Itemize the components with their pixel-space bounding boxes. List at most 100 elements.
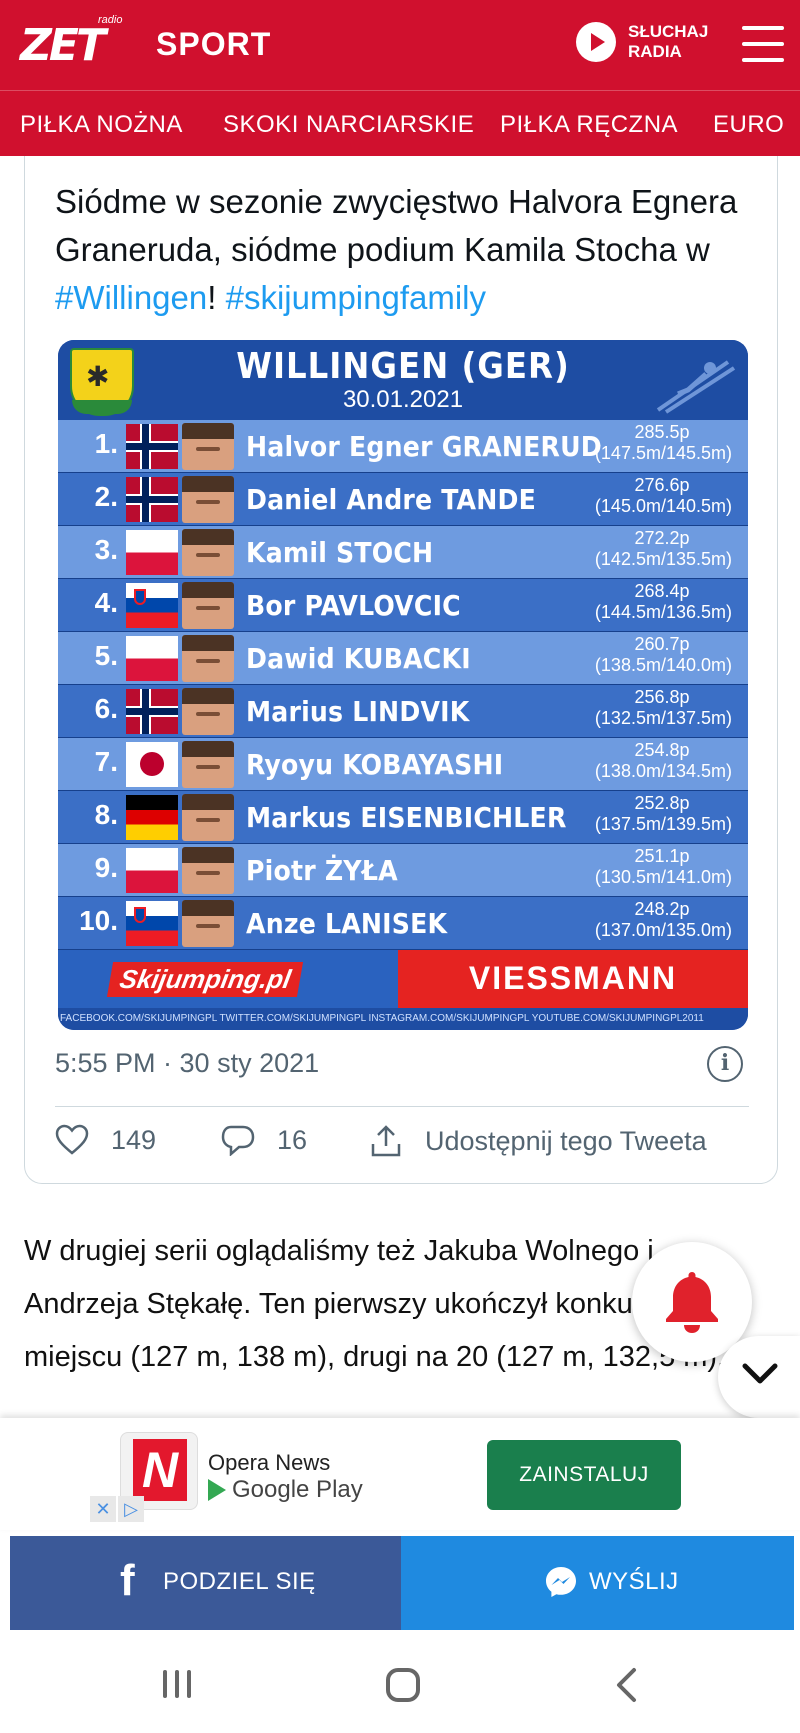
hashtag-skijumpingfamily[interactable]: #skijumpingfamily — [226, 279, 486, 316]
skijumping-logo: Skijumping.pl — [106, 962, 304, 997]
share-tweet-button[interactable]: Udostępnij tego Tweeta — [369, 1124, 707, 1158]
info-icon[interactable]: i — [707, 1046, 743, 1082]
result-row: 3. Kamil STOCH 272.2p (142.5m/135.5m) — [58, 526, 748, 579]
facebook-icon: f — [120, 1556, 135, 1605]
ski-jumper-icon — [656, 360, 736, 414]
results-date: 30.01.2021 — [342, 386, 464, 413]
results-title: WILLINGEN (GER) — [236, 346, 570, 387]
norway-flag-icon — [126, 689, 178, 734]
result-rank: 9. — [94, 852, 118, 883]
athlete-score: 272.2p (142.5m/135.5m) — [532, 528, 732, 570]
result-row: 6. Marius LINDVIK 256.8p (132.5m/137.5m) — [58, 685, 748, 738]
google-play-icon — [208, 1479, 226, 1501]
messenger-icon — [546, 1567, 576, 1597]
facebook-share-button[interactable]: f PODZIEL SIĘ — [10, 1536, 401, 1630]
athlete-name: Marius LINDVIK — [246, 695, 470, 728]
athlete-score: 268.4p (144.5m/136.5m) — [532, 581, 732, 623]
jump-distances: (138.0m/134.5m) — [594, 761, 732, 781]
bell-icon — [666, 1272, 718, 1333]
google-play-badge: Google Play — [208, 1476, 363, 1504]
athlete-photo — [182, 582, 234, 629]
home-icon[interactable] — [386, 1668, 420, 1702]
slovenia-flag-icon — [126, 901, 178, 946]
athlete-photo — [182, 794, 234, 841]
reply-button[interactable]: 16 — [221, 1124, 307, 1156]
jump-distances: (137.5m/139.5m) — [594, 814, 732, 834]
poland-flag-icon — [126, 636, 178, 681]
tweet-divider — [55, 1106, 749, 1107]
hashtag-willingen[interactable]: #Willingen — [55, 279, 207, 316]
logo-zet-text: ZET — [20, 20, 106, 71]
score-points: 248.2p — [634, 899, 690, 919]
facebook-share-label: PODZIEL SIĘ — [163, 1568, 316, 1595]
nav-item-pilka-nozna[interactable]: PIŁKA NOŻNA — [20, 111, 183, 139]
nav-item-pilka-reczna[interactable]: PIŁKA RĘCZNA — [500, 111, 678, 139]
score-points: 254.8p — [634, 740, 690, 760]
like-count: 149 — [111, 1124, 157, 1155]
germany-flag-icon — [126, 795, 178, 840]
result-rank: 5. — [94, 640, 118, 671]
play-icon — [576, 22, 616, 62]
athlete-name: Dawid KUBACKI — [246, 642, 471, 675]
back-icon[interactable] — [614, 1666, 638, 1704]
athlete-photo — [182, 635, 234, 682]
adchoices-icon[interactable]: ▷ — [118, 1496, 144, 1522]
share-tweet-label: Udostępnij tego Tweeta — [425, 1125, 707, 1156]
nav-item-skoki-narciarskie[interactable]: SKOKI NARCIARSKIE — [223, 111, 474, 139]
result-rank: 1. — [94, 428, 118, 459]
athlete-name: Kamil STOCH — [246, 536, 434, 569]
collapse-chevron-button[interactable] — [718, 1336, 800, 1418]
ad-store-label: Google Play — [232, 1476, 363, 1503]
nav-item-euro[interactable]: EURO — [713, 111, 784, 139]
section-title[interactable]: SPORT — [156, 26, 271, 63]
score-points: 260.7p — [634, 634, 690, 654]
result-rank: 2. — [94, 481, 118, 512]
jump-distances: (137.0m/135.0m) — [594, 920, 732, 940]
listen-radio-button[interactable]: SŁUCHAJ RADIA — [576, 22, 708, 62]
jump-distances: (144.5m/136.5m) — [594, 602, 732, 622]
results-list: 1. Halvor Egner GRANERUD 285.5p (147.5m/145… — [58, 420, 748, 950]
result-row: 5. Dawid KUBACKI 260.7p (138.5m/140.0m) — [58, 632, 748, 685]
result-row: 10. Anze LANISEK 248.2p (137.0m/135.0m) — [58, 897, 748, 950]
radio-zet-logo[interactable]: radio ZET — [18, 14, 138, 71]
system-navigation-bar — [0, 1640, 800, 1733]
athlete-score: 254.8p (138.0m/134.5m) — [532, 740, 732, 782]
norway-flag-icon — [126, 477, 178, 522]
athlete-score: 251.1p (130.5m/141.0m) — [532, 846, 732, 888]
tweet-image-results[interactable]: ✱ WILLINGEN (GER) 30.01.2021 1. Halvor Eg… — [58, 340, 748, 1030]
athlete-name: Piotr ŻYŁA — [246, 854, 398, 887]
listen-label-line2: RADIA — [628, 42, 682, 61]
jump-distances: (147.5m/145.5m) — [594, 443, 732, 463]
like-button[interactable]: 149 — [55, 1124, 156, 1156]
viessmann-sponsor: VIESSMANN — [398, 950, 748, 1008]
score-points: 251.1p — [634, 846, 690, 866]
athlete-score: 248.2p (137.0m/135.0m) — [532, 899, 732, 941]
tweet-timestamp[interactable]: 5:55 PM · 30 sty 2021 — [55, 1048, 319, 1079]
poland-flag-icon — [126, 530, 178, 575]
score-points: 276.6p — [634, 475, 690, 495]
score-points: 256.8p — [634, 687, 690, 707]
ad-close-controls: ✕ ▷ — [90, 1496, 146, 1522]
slovenia-flag-icon — [126, 583, 178, 628]
reply-bubble-icon — [221, 1125, 255, 1156]
tweet-text-punct: ! — [207, 279, 226, 316]
share-upload-icon — [371, 1125, 401, 1157]
result-rank: 4. — [94, 587, 118, 618]
messenger-send-button[interactable]: WYŚLIJ — [401, 1536, 794, 1630]
install-button[interactable]: ZAINSTALUJ — [487, 1440, 681, 1510]
recent-apps-icon[interactable] — [163, 1670, 193, 1700]
hamburger-menu-icon[interactable] — [742, 26, 784, 64]
tweet-actions: 149 16 Udostępnij tego Tweeta — [55, 1124, 755, 1174]
jump-distances: (138.5m/140.0m) — [594, 655, 732, 675]
athlete-name: Anze LANISEK — [246, 907, 448, 940]
result-rank: 3. — [94, 534, 118, 565]
japan-flag-icon — [126, 742, 178, 787]
viessmann-logo: VIESSMANN — [468, 960, 678, 996]
result-row: 8. Markus EISENBICHLER 252.8p (137.5m/139.5… — [58, 791, 748, 844]
ad-banner: N Opera News Google Play ✕ ▷ ZAINSTALUJ — [0, 1418, 800, 1530]
ad-close-icon[interactable]: ✕ — [90, 1496, 116, 1522]
skijumping-sponsor: Skijumping.pl — [58, 950, 398, 1008]
embedded-tweet: Siódme w sezonie zwycięstwo Halvora Egne… — [24, 156, 778, 1184]
athlete-score: 256.8p (132.5m/137.5m) — [532, 687, 732, 729]
tweet-text: Siódme w sezonie zwycięstwo Halvora Egne… — [55, 178, 755, 322]
